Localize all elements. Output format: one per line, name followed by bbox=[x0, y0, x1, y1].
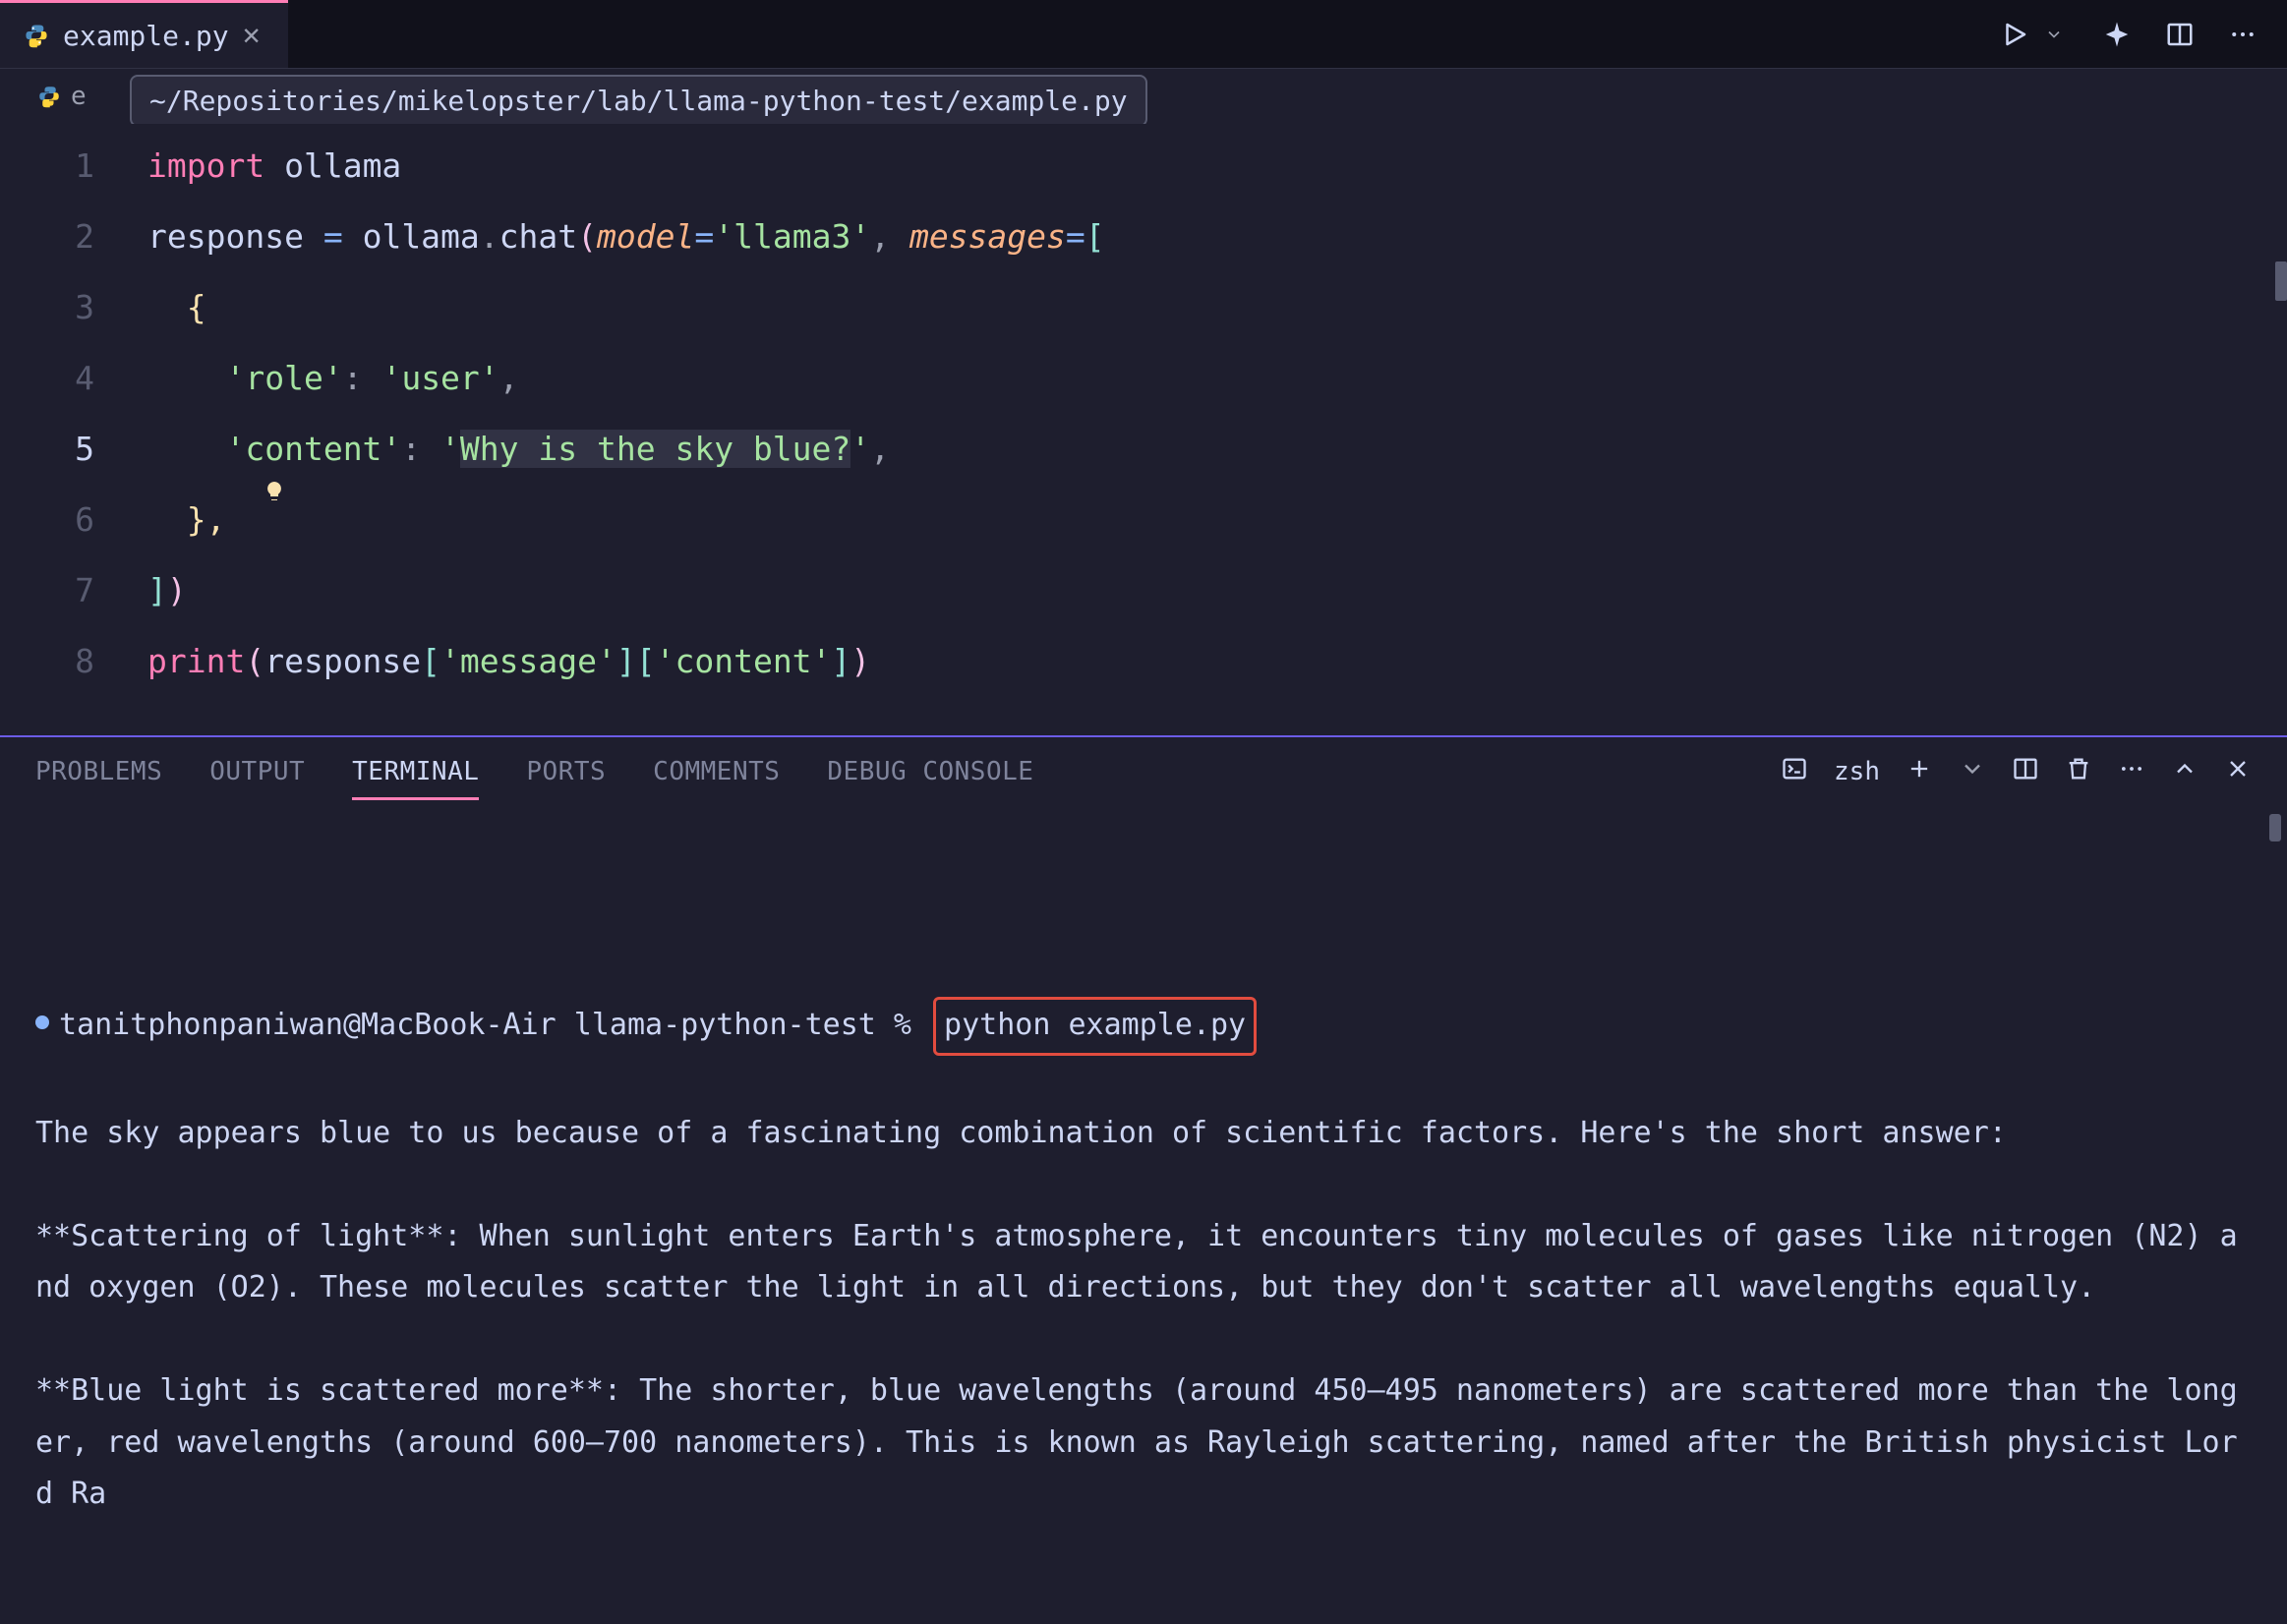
terminal-text: **Scattering of light**: When sunlight e… bbox=[35, 1219, 2238, 1305]
close-tab-icon[interactable]: ✕ bbox=[243, 21, 261, 50]
new-terminal-icon[interactable] bbox=[1906, 755, 1933, 789]
close-panel-icon[interactable] bbox=[2224, 755, 2252, 789]
shell-name[interactable]: zsh bbox=[1834, 757, 1880, 786]
tab-terminal[interactable]: TERMINAL bbox=[352, 757, 479, 786]
terminal-scrollbar[interactable] bbox=[2269, 814, 2281, 841]
terminal-output[interactable]: tanitphonpaniwan@MacBook-Air llama-pytho… bbox=[0, 806, 2287, 1624]
terminal-profile-icon[interactable] bbox=[1781, 755, 1808, 789]
line-number: 8 bbox=[0, 642, 147, 680]
terminal-prompt: tanitphonpaniwan@MacBook-Air llama-pytho… bbox=[59, 1008, 929, 1042]
tab-comments[interactable]: COMMENTS bbox=[653, 757, 780, 786]
terminal-text: **Blue light is scattered more**: The sh… bbox=[35, 1373, 2238, 1511]
editor-actions bbox=[1970, 0, 2287, 68]
tab-bar: example.py ✕ bbox=[0, 0, 2287, 69]
bottom-panel: PROBLEMS OUTPUT TERMINAL PORTS COMMENTS … bbox=[0, 735, 2287, 1624]
split-editor-icon[interactable] bbox=[2163, 18, 2197, 51]
path-tooltip: ~/Repositories/mikelopster/lab/llama-pyt… bbox=[130, 75, 1147, 127]
tab-output[interactable]: OUTPUT bbox=[209, 757, 305, 786]
panel-more-icon[interactable] bbox=[2118, 755, 2145, 789]
dirty-indicator-icon bbox=[35, 1015, 49, 1029]
line-number: 7 bbox=[0, 571, 147, 609]
minimap-scrollbar[interactable] bbox=[2275, 261, 2287, 301]
line-number: 6 bbox=[0, 500, 147, 539]
code-editor[interactable]: 1 import ollama 2 response = ollama.chat… bbox=[0, 124, 2287, 735]
run-dropdown-icon[interactable] bbox=[2037, 18, 2071, 51]
terminal-dropdown-icon[interactable] bbox=[1959, 755, 1986, 789]
line-number: 3 bbox=[0, 288, 147, 326]
chevron-up-icon[interactable] bbox=[2171, 755, 2199, 789]
python-icon bbox=[24, 23, 49, 48]
lightbulb-icon[interactable] bbox=[106, 435, 134, 462]
breadcrumb: e ~/Repositories/mikelopster/lab/llama-p… bbox=[0, 69, 2287, 124]
more-icon[interactable] bbox=[2226, 18, 2259, 51]
terminal-text: The sky appears blue to us because of a … bbox=[35, 1116, 2007, 1150]
editor-tab[interactable]: example.py ✕ bbox=[0, 0, 288, 68]
vscode-window: example.py ✕ bbox=[0, 0, 2287, 1624]
tab-ports[interactable]: PORTS bbox=[526, 757, 606, 786]
run-icon[interactable] bbox=[1998, 18, 2031, 51]
tab-problems[interactable]: PROBLEMS bbox=[35, 757, 162, 786]
tab-filename: example.py bbox=[63, 20, 229, 52]
line-number: 1 bbox=[0, 146, 147, 185]
tab-debug-console[interactable]: DEBUG CONSOLE bbox=[827, 757, 1033, 786]
trash-icon[interactable] bbox=[2065, 755, 2092, 789]
highlighted-command: python example.py bbox=[933, 997, 1257, 1057]
panel-tabs: PROBLEMS OUTPUT TERMINAL PORTS COMMENTS … bbox=[0, 737, 2287, 806]
python-icon bbox=[37, 85, 71, 108]
breadcrumb-text[interactable]: e bbox=[71, 82, 87, 111]
split-terminal-icon[interactable] bbox=[2012, 755, 2039, 789]
line-number: 4 bbox=[0, 359, 147, 397]
line-number: 2 bbox=[0, 217, 147, 256]
sparkle-icon[interactable] bbox=[2100, 18, 2134, 51]
